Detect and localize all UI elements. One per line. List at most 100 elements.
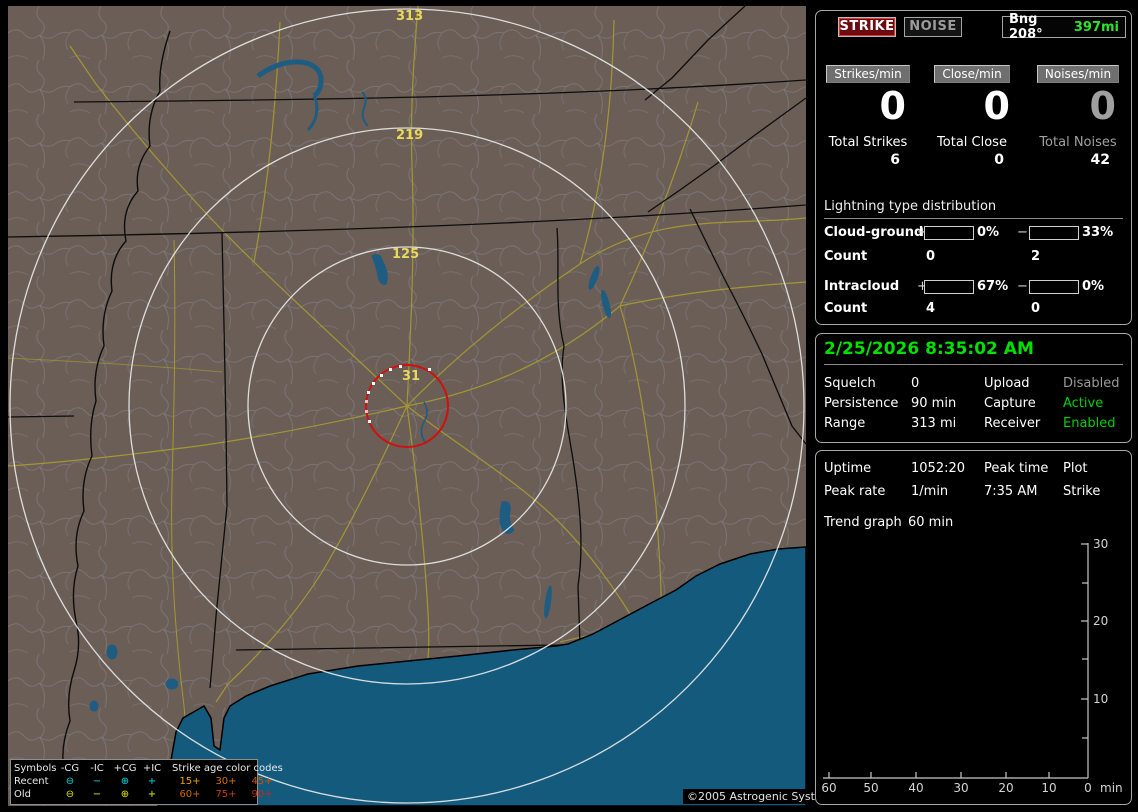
trend-graph-axes	[823, 543, 1089, 779]
close-per-min-badge: Close/min	[934, 65, 1010, 83]
squelch-row: Squelch 0 Upload Disabled	[816, 376, 1131, 394]
x-tick-0: 0	[1084, 781, 1092, 795]
x-axis-unit: min	[1100, 781, 1123, 795]
strike-stats-panel: STRIKE NOISE Bng 208° 397mi Strikes/min …	[815, 10, 1132, 325]
total-noises-label: Total Noises	[1039, 135, 1117, 150]
bearing-readout: Bng 208° 397mi	[1002, 12, 1126, 42]
x-tick-10: 10	[1041, 781, 1057, 795]
minus-sign: −	[1017, 279, 1028, 294]
legend-header-pcg: +CG	[113, 763, 137, 774]
trend-panel: Uptime 1052:20 Peak time Plot Peak rate …	[815, 450, 1132, 805]
ic-minus-count: 0	[1031, 301, 1041, 316]
count-label: Count	[824, 301, 868, 316]
legend-age-title: Strike age color codes	[172, 763, 283, 774]
ic-plus-count: 4	[926, 301, 936, 316]
ic-neg-recent-symbol: −	[92, 776, 102, 787]
cg-plus-count: 0	[926, 249, 936, 264]
x-tick-20: 20	[998, 781, 1014, 795]
x-tick-50: 50	[863, 781, 879, 795]
app-window: { "app": { "copyright": "©2005 Astrogeni…	[0, 0, 1138, 812]
strike-dot	[399, 365, 402, 368]
ic-plus-bar	[924, 280, 974, 294]
x-tick-60: 60	[821, 781, 837, 795]
age-15: 15+	[179, 776, 201, 787]
ic-pos-old-symbol: +	[147, 789, 157, 800]
upload-label: Upload	[984, 376, 1030, 391]
datetime-display: 2/25/2026 8:35:02 AM	[824, 339, 1123, 365]
strike-dot	[428, 368, 431, 371]
strike-dot	[365, 400, 368, 403]
lightning-map[interactable]: 313 219 125 31 ©2005 Astrogenic Systems	[8, 6, 843, 806]
strikes-per-min-value: 0	[879, 84, 906, 128]
strike-mode-button[interactable]: STRIKE	[838, 17, 896, 37]
strike-dot	[365, 410, 368, 413]
persistence-row: Persistence 90 min Capture Active	[816, 396, 1131, 414]
noises-per-min-badge: Noises/min	[1036, 65, 1120, 83]
range-row: Range 313 mi Receiver Enabled	[816, 416, 1131, 434]
capture-status: Active	[1063, 396, 1104, 411]
cg-minus-count: 2	[1031, 249, 1041, 264]
close-per-min-column: Close/min 0 Total Close 0	[922, 65, 1022, 168]
cg-plus-bar	[924, 226, 974, 240]
age-90: 90+	[251, 789, 273, 800]
ic-neg-old-symbol: −	[92, 789, 102, 800]
age-60: 60+	[179, 789, 201, 800]
legend-header-symbols: Symbols	[14, 763, 57, 774]
age-45: 45+	[251, 776, 273, 787]
squelch-label: Squelch	[824, 376, 876, 391]
cg-pos-recent-symbol: ⊕	[120, 776, 130, 787]
age-30: 30+	[215, 776, 237, 787]
distance-value: 397mi	[1073, 19, 1119, 35]
legend-row-recent-label: Recent	[14, 776, 49, 787]
strike-dot	[372, 382, 375, 385]
ic-minus-bar	[1029, 280, 1079, 294]
ic-minus-percent: 0%	[1082, 279, 1105, 294]
strike-dot	[389, 368, 392, 371]
bearing-value: Bng 208°	[1009, 12, 1043, 42]
intracloud-row: Intracloud + 67% − 0%	[816, 279, 1131, 295]
cg-pos-old-symbol: ⊕	[120, 789, 130, 800]
strikes-per-min-badge: Strikes/min	[826, 65, 910, 83]
capture-label: Capture	[984, 396, 1036, 411]
noise-mode-button[interactable]: NOISE	[904, 17, 962, 37]
noises-per-min-value: 0	[1089, 84, 1116, 128]
cg-minus-bar	[1029, 226, 1079, 240]
range-value: 313 mi	[911, 416, 957, 431]
count-label: Count	[824, 249, 868, 264]
persistence-label: Persistence	[824, 396, 899, 411]
squelch-value: 0	[911, 376, 920, 391]
noises-per-min-column: Noises/min 0 Total Noises 42	[1028, 65, 1128, 168]
ring-label-313: 313	[396, 9, 423, 24]
map-canvas[interactable]: 313 219 125 31	[8, 6, 806, 806]
cloud-ground-row: Cloud-ground + 0% − 33%	[816, 225, 1131, 241]
cloud-ground-count-row: Count 0 2	[816, 249, 1131, 265]
cg-minus-percent: 33%	[1082, 225, 1114, 240]
cg-plus-percent: 0%	[977, 225, 1000, 240]
legend-header-nic: -IC	[90, 763, 104, 774]
intracloud-label: Intracloud	[824, 279, 900, 294]
x-tick-30: 30	[953, 781, 969, 795]
total-close-value: 0	[994, 152, 1004, 168]
strike-dot	[367, 391, 370, 394]
upload-status: Disabled	[1063, 376, 1120, 391]
receiver-label: Receiver	[984, 416, 1041, 431]
strike-dot	[380, 374, 383, 377]
close-per-min-value: 0	[983, 84, 1010, 128]
legend-row-old-label: Old	[14, 789, 31, 800]
distribution-title: Lightning type distribution	[824, 199, 1123, 219]
ic-plus-percent: 67%	[977, 279, 1009, 294]
status-panel: 2/25/2026 8:35:02 AM Squelch 0 Upload Di…	[815, 333, 1132, 443]
age-75: 75+	[215, 789, 237, 800]
map-legend: Symbols -CG -IC +CG +IC Strike age color…	[10, 759, 283, 805]
strike-dot	[368, 420, 371, 423]
total-strikes-value: 6	[890, 152, 900, 168]
ring-label-219: 219	[396, 128, 423, 143]
x-tick-40: 40	[908, 781, 924, 795]
range-label: Range	[824, 416, 866, 431]
cg-neg-old-symbol: ⊖	[65, 789, 75, 800]
ring-label-31: 31	[402, 369, 420, 384]
total-close-label: Total Close	[937, 135, 1007, 150]
y-tick-20: 20	[1093, 614, 1109, 628]
y-tick-30: 30	[1093, 537, 1109, 551]
intracloud-count-row: Count 4 0	[816, 301, 1131, 317]
